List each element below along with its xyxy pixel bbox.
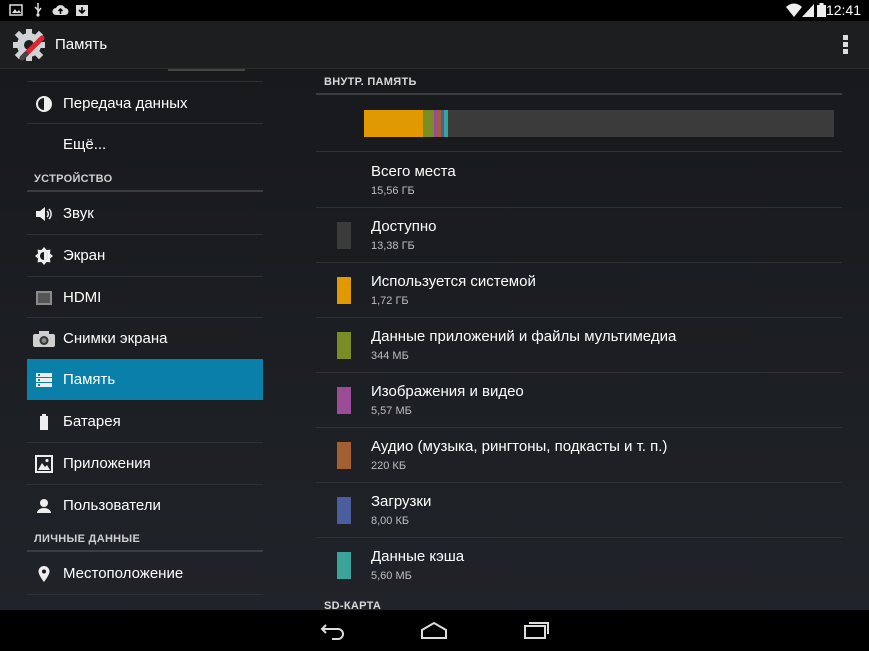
color-swatch [337,497,351,524]
usage-segment [443,110,448,137]
storage-row[interactable]: Доступно 13,38 ГБ [316,207,842,262]
storage-icon [36,373,52,387]
apps-icon [35,455,53,473]
clock: 12:41 [825,2,861,18]
sidebar-item-data-usage[interactable]: Передача данных [27,83,263,124]
sidebar-item-label: Местоположение [63,565,184,582]
status-bar: 12:41 [0,0,869,21]
color-swatch [337,442,351,469]
settings-sidebar: Передача данных Ещё... УСТРОЙСТВО Звук Э… [27,69,263,610]
storage-row-size: 5,60 МБ [371,570,412,582]
sidebar-item-label: Экран [63,247,106,264]
sidebar-item-label: Пользователи [63,497,161,514]
signal-icon [802,4,814,17]
download-icon [76,5,88,16]
sidebar-item-users[interactable]: Пользователи [27,485,263,526]
divider [27,81,263,82]
storage-row-size: 8,00 КБ [371,515,410,527]
storage-row-title: Аудио (музыка, рингтоны, подкасты и т. п… [371,438,668,455]
brightness-icon [35,247,53,265]
navigation-bar [0,610,869,651]
color-swatch [337,387,351,414]
storage-row-title: Используется системой [371,273,536,290]
storage-row-size: 5,57 МБ [371,405,412,417]
storage-row[interactable]: Всего места 15,56 ГБ [316,152,842,207]
sidebar-item-hdmi[interactable]: HDMI [27,277,263,318]
storage-row-title: Данные кэша [371,548,465,565]
sidebar-item-label: Батарея [63,413,121,430]
storage-usage-bar [364,110,834,137]
storage-row-title: Изображения и видео [371,383,524,400]
back-icon[interactable] [318,620,346,640]
divider [27,550,263,552]
storage-row[interactable]: Аудио (музыка, рингтоны, подкасты и т. п… [316,427,842,482]
storage-row[interactable]: Данные приложений и файлы мультимедиа 344… [316,317,842,372]
sidebar-item-location[interactable]: Местоположение [27,553,263,594]
settings-icon[interactable] [12,28,48,64]
usage-segment [423,110,434,137]
home-icon[interactable] [420,620,448,640]
section-header-sd-card: SD-КАРТА [324,600,382,610]
storage-row-size: 220 КБ [371,460,407,472]
cloud-upload-icon [52,5,69,16]
storage-row-size: 15,56 ГБ [371,185,415,197]
storage-row-size: 344 МБ [371,350,409,362]
divider [316,93,842,95]
usage-segment [364,110,424,137]
storage-row[interactable]: Изображения и видео 5,57 МБ [316,372,842,427]
storage-row-title: Всего места [371,163,456,180]
sidebar-item-battery[interactable]: Батарея [27,401,263,442]
sidebar-item-label: Приложения [63,455,151,472]
gallery-icon [9,4,23,16]
divider [27,594,263,595]
storage-row-size: 13,38 ГБ [371,240,415,252]
sidebar-item-more[interactable]: Ещё... [27,124,263,165]
content-area: Передача данных Ещё... УСТРОЙСТВО Звук Э… [0,69,869,610]
data-usage-icon [36,96,52,112]
sidebar-item-display[interactable]: Экран [27,235,263,276]
section-header-device: УСТРОЙСТВО [34,173,113,185]
sidebar-item-label: Снимки экрана [63,330,168,347]
location-icon [38,566,50,582]
usb-icon [34,3,42,17]
color-swatch [337,277,351,304]
volume-icon [36,207,52,221]
color-swatch [337,222,351,249]
scroll-indicator [168,69,245,71]
sidebar-item-label: Звук [63,205,94,222]
sidebar-item-label: Память [63,371,116,388]
hdmi-icon [36,291,52,305]
divider [27,190,263,192]
sidebar-item-label: Передача данных [63,95,188,112]
storage-row[interactable]: Используется системой 1,72 ГБ [316,262,842,317]
page-title: Память [55,36,108,53]
sidebar-item-screenshots[interactable]: Снимки экрана [27,318,263,359]
battery-icon [817,3,826,17]
storage-row-title: Доступно [371,218,437,235]
color-swatch [337,552,351,579]
sidebar-item-sound[interactable]: Звук [27,193,263,234]
sidebar-item-label: Ещё... [63,136,107,153]
camera-icon [33,331,55,347]
storage-row[interactable]: Загрузки 8,00 КБ [316,482,842,537]
recents-icon[interactable] [522,620,550,640]
storage-details: ВНУТР. ПАМЯТЬ Всего места 15,56 ГБ Доступн… [316,69,842,610]
wifi-icon [786,3,802,17]
storage-row-title: Загрузки [371,493,432,510]
battery-icon [40,414,48,430]
sidebar-item-storage[interactable]: Память [27,359,263,400]
storage-row-title: Данные приложений и файлы мультимедиа [371,328,677,345]
sidebar-item-apps[interactable]: Приложения [27,443,263,484]
color-swatch [337,332,351,359]
storage-row[interactable]: Данные кэша 5,60 МБ [316,537,842,592]
action-bar: Память [0,21,869,69]
section-header-personal: ЛИЧНЫЕ ДАННЫЕ [34,533,141,545]
section-header-internal: ВНУТР. ПАМЯТЬ [324,76,417,88]
sidebar-item-label: HDMI [63,289,102,306]
storage-row-size: 1,72 ГБ [371,295,409,307]
user-icon [37,499,51,513]
overflow-menu-icon[interactable] [841,35,849,55]
